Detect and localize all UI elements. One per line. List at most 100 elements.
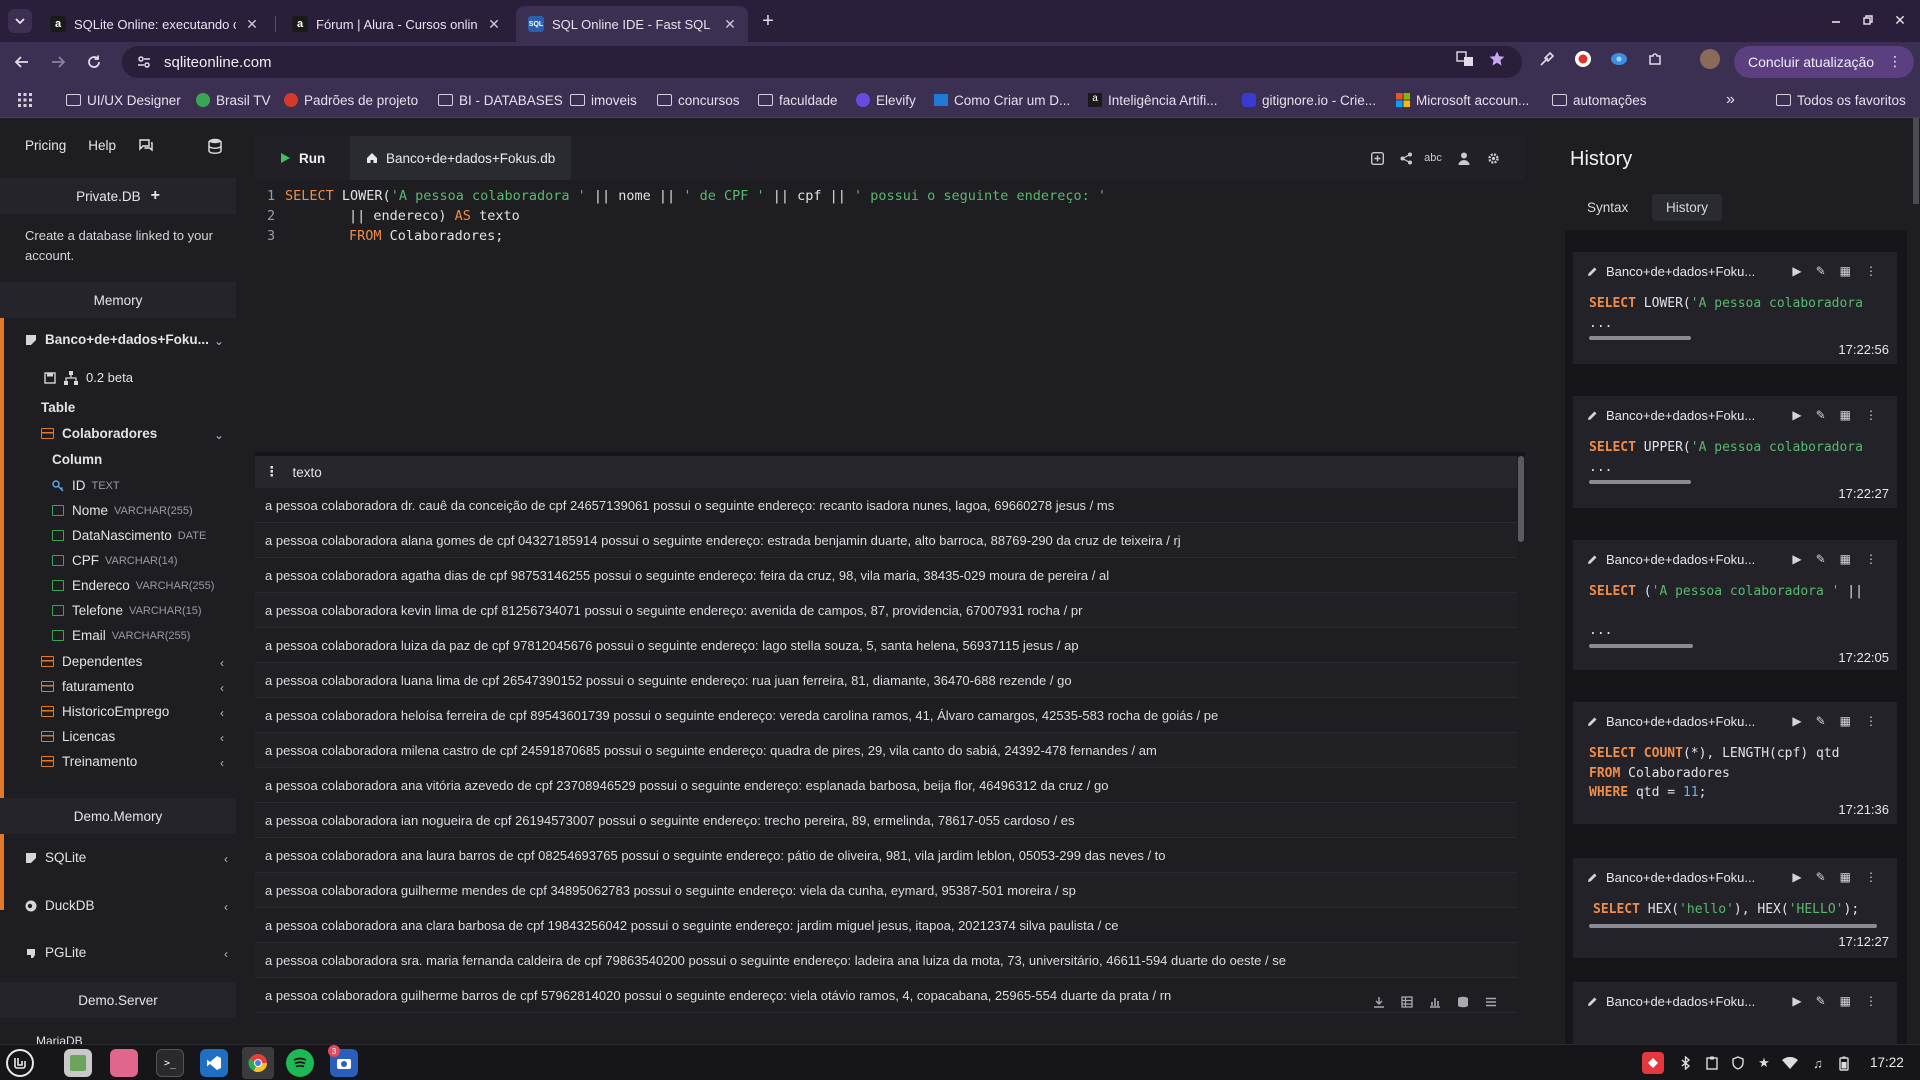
browser-tab-2[interactable]: a Fórum | Alura - Cursos online ✕	[280, 6, 512, 42]
more-vert-icon[interactable]: ⋮	[1865, 264, 1877, 278]
column-datanascimento[interactable]: DataNascimento DATE	[52, 528, 206, 543]
table-row[interactable]: a pessoa colaboradora ana clara barbosa …	[255, 908, 1517, 943]
edit-icon[interactable]: ✎	[1816, 870, 1826, 884]
gear-icon[interactable]	[1485, 150, 1501, 166]
table-row[interactable]: a pessoa colaboradora luiza da paz de cp…	[255, 628, 1517, 663]
bookmark-star-icon[interactable]	[1488, 50, 1506, 68]
more-vert-icon[interactable]: ⋮	[1888, 53, 1902, 70]
tab-search-button[interactable]	[8, 9, 32, 33]
spellcheck-icon[interactable]: abc	[1424, 150, 1442, 166]
engine-mariadb[interactable]: MariaDB	[36, 1034, 83, 1044]
reload-icon[interactable]	[82, 50, 106, 74]
plus-icon[interactable]: +	[151, 187, 160, 205]
close-icon[interactable]: ✕	[244, 16, 260, 32]
bookmark-faculdade[interactable]: faculdade	[758, 90, 838, 110]
private-db-header[interactable]: Private.DB +	[0, 178, 236, 214]
site-info-icon[interactable]	[136, 54, 152, 70]
history-item[interactable]: Banco+de+dados+Foku... ▶ ✎ ▦ ⋮ SELECT COUNT…	[1573, 702, 1897, 824]
history-item[interactable]: Banco+de+dados+Foku... ▶ ✎ ▦ ⋮ SELECT HEX('…	[1573, 858, 1897, 958]
back-arrow-icon[interactable]	[10, 50, 34, 74]
screenshot-tool-icon[interactable]: 3	[328, 1045, 358, 1077]
bookmark-como-criar[interactable]: Como Criar um D...	[934, 90, 1070, 110]
column-telefone[interactable]: Telefone VARCHAR(15)	[52, 603, 202, 618]
wifi-icon[interactable]	[1782, 1055, 1798, 1071]
browser-tab-3-active[interactable]: SQL SQL Online IDE - Fast SQL Ed ✕	[516, 6, 748, 42]
chevron-left-icon[interactable]: ‹	[220, 756, 224, 770]
more-vert-icon[interactable]: ⋮	[1865, 994, 1877, 1008]
column-nome[interactable]: Nome VARCHAR(255)	[52, 503, 193, 518]
play-icon[interactable]: ▶	[1792, 408, 1801, 422]
browser-tab-1[interactable]: a SQLite Online: executando c ✕	[38, 6, 270, 42]
pricing-link[interactable]: Pricing	[25, 138, 66, 153]
edit-icon[interactable]: ✎	[1816, 714, 1826, 728]
address-bar[interactable]: sqliteonline.com	[122, 46, 1522, 78]
history-scroll-bar[interactable]	[1589, 480, 1691, 484]
bookmark-gitignore[interactable]: gitignore.io - Crie...	[1242, 90, 1376, 110]
translate-icon[interactable]	[1456, 50, 1474, 68]
more-vert-icon[interactable]: ⋮	[1865, 408, 1877, 422]
table-row[interactable]: a pessoa colaboradora ana vitória azeved…	[255, 768, 1517, 803]
bookmark-imoveis[interactable]: imoveis	[570, 90, 637, 110]
bookmark-concursos[interactable]: concursos	[657, 90, 740, 110]
record-extension-icon[interactable]	[1574, 50, 1592, 68]
files-folder-icon[interactable]	[110, 1049, 138, 1077]
column-email[interactable]: Email VARCHAR(255)	[52, 628, 190, 643]
terminal-icon[interactable]: >_	[156, 1049, 184, 1077]
play-icon[interactable]: ▶	[1792, 714, 1801, 728]
database-export-icon[interactable]	[1455, 994, 1471, 1010]
more-vert-icon[interactable]: ⋮	[1865, 552, 1877, 566]
table-row[interactable]: a pessoa colaboradora ian nogueira de cp…	[255, 803, 1517, 838]
table-row[interactable]: a pessoa colaboradora kevin lima de cpf …	[255, 593, 1517, 628]
table-dependentes[interactable]: Dependentes	[41, 654, 142, 669]
history-scroll-bar[interactable]	[1589, 336, 1691, 340]
editor-tab[interactable]: Banco+de+dados+Fokus.db	[350, 136, 572, 180]
column-cpf[interactable]: CPF VARCHAR(14)	[52, 553, 178, 568]
table-colaboradores[interactable]: Colaboradores	[41, 426, 157, 441]
grid-icon[interactable]: ▦	[1840, 264, 1851, 278]
grid-icon[interactable]: ▦	[1840, 714, 1851, 728]
column-id[interactable]: ID TEXT	[52, 478, 120, 493]
engine-pglite[interactable]: PGLite	[25, 945, 86, 960]
sql-code-editor[interactable]: 1 SELECT LOWER('A pessoa colaboradora ' |…	[255, 180, 1525, 452]
tab-syntax[interactable]: Syntax	[1573, 194, 1642, 221]
chevron-down-icon[interactable]: ⌄	[214, 334, 224, 348]
chevron-left-icon[interactable]: ‹	[220, 731, 224, 745]
history-scroll-bar[interactable]	[1589, 924, 1877, 928]
chevron-left-icon[interactable]: ‹	[224, 852, 228, 866]
page-scrollbar[interactable]	[1913, 118, 1919, 204]
share-icon[interactable]	[1398, 150, 1414, 166]
bookmark-inteligencia[interactable]: a Inteligência Artifi...	[1088, 90, 1218, 110]
play-icon[interactable]: ▶	[1792, 870, 1801, 884]
table-row[interactable]: a pessoa colaboradora ana laura barros d…	[255, 838, 1517, 873]
shield-icon[interactable]	[1730, 1055, 1746, 1071]
history-item[interactable]: Banco+de+dados+Foku... ▶ ✎ ▦ ⋮ SELECT LOWER…	[1573, 252, 1897, 364]
more-vert-icon[interactable]: ⋮	[1865, 870, 1877, 884]
table-row[interactable]: a pessoa colaboradora guilherme barros d…	[255, 978, 1517, 1013]
menu-lines-icon[interactable]	[1483, 994, 1499, 1010]
bookmark-padroes[interactable]: Padrões de projeto	[284, 90, 418, 110]
table-row[interactable]: a pessoa colaboradora sra. maria fernand…	[255, 943, 1517, 978]
run-button[interactable]: Run	[267, 144, 337, 172]
chevron-left-icon[interactable]: ‹	[220, 656, 224, 670]
close-window-icon[interactable]: ✕	[1890, 10, 1910, 30]
chevron-left-icon[interactable]: ‹	[220, 681, 224, 695]
table-row[interactable]: a pessoa colaboradora alana gomes de cpf…	[255, 523, 1517, 558]
grid-icon[interactable]: ▦	[1840, 552, 1851, 566]
chevron-left-icon[interactable]: ‹	[224, 947, 228, 961]
engine-sqlite[interactable]: SQLite	[25, 850, 86, 865]
all-bookmarks[interactable]: Todos os favoritos	[1776, 90, 1906, 110]
bookmark-brasil-tv[interactable]: Brasil TV	[196, 90, 271, 110]
download-icon[interactable]	[1371, 994, 1387, 1010]
table-faturamento[interactable]: faturamento	[41, 679, 134, 694]
results-column-header[interactable]: texto	[293, 465, 322, 480]
clipboard-icon[interactable]	[1704, 1055, 1720, 1071]
history-scroll-bar[interactable]	[1589, 644, 1693, 648]
history-item[interactable]: Banco+de+dados+Foku... ▶ ✎ ▦ ⋮ SELECT ('A p…	[1573, 540, 1897, 670]
vscode-icon[interactable]	[200, 1049, 228, 1077]
database-icon[interactable]	[208, 138, 222, 154]
memory-header[interactable]: Memory	[0, 282, 236, 318]
table-row[interactable]: a pessoa colaboradora dr. cauê da concei…	[255, 488, 1517, 523]
more-bookmarks-chevron-icon[interactable]: »	[1726, 90, 1735, 110]
extension-icon[interactable]	[1610, 50, 1628, 68]
database-item[interactable]: Banco+de+dados+Foku...	[25, 332, 209, 347]
